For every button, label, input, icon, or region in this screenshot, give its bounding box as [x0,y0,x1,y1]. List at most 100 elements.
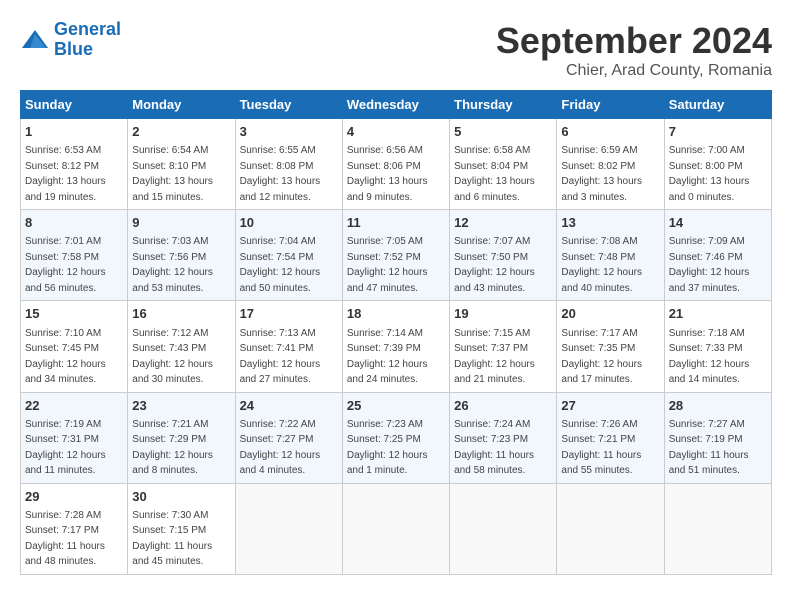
logo-text: General Blue [54,20,121,60]
calendar-cell [664,483,771,574]
day-number: 2 [132,123,230,141]
day-number: 7 [669,123,767,141]
header: General Blue September 2024 Chier, Arad … [20,20,772,80]
day-info: Sunrise: 7:23 AMSunset: 7:25 PMDaylight:… [347,419,428,477]
calendar-cell: 15 Sunrise: 7:10 AMSunset: 7:45 PMDayligh… [21,301,128,392]
day-info: Sunrise: 6:56 AMSunset: 8:06 PMDaylight:… [347,145,428,203]
day-info: Sunrise: 6:55 AMSunset: 8:08 PMDaylight:… [240,145,321,203]
logo-general: General [54,19,121,39]
weekday-header-monday: Monday [128,91,235,119]
calendar-cell: 26Sunrise: 7:24 AMSunset: 7:23 PMDayligh… [450,392,557,483]
day-info: Sunrise: 7:00 AMSunset: 8:00 PMDaylight:… [669,145,750,203]
calendar-cell: 24Sunrise: 7:22 AMSunset: 7:27 PMDayligh… [235,392,342,483]
day-info: Sunrise: 7:13 AMSunset: 7:41 PMDaylight:… [240,328,321,386]
day-info: Sunrise: 7:08 AMSunset: 7:48 PMDaylight:… [561,236,642,294]
day-number: 9 [132,214,230,232]
day-number: 26 [454,397,552,415]
day-number: 5 [454,123,552,141]
day-number: 15 [25,305,123,323]
day-info: Sunrise: 6:54 AMSunset: 8:10 PMDaylight:… [132,145,213,203]
calendar-cell [342,483,449,574]
calendar-cell: 21 Sunrise: 7:18 AMSunset: 7:33 PMDayligh… [664,301,771,392]
calendar-week-row: 22Sunrise: 7:19 AMSunset: 7:31 PMDayligh… [21,392,772,483]
weekday-header-saturday: Saturday [664,91,771,119]
title-area: September 2024 Chier, Arad County, Roman… [496,20,772,80]
calendar-cell: 9 Sunrise: 7:03 AMSunset: 7:56 PMDaylight… [128,210,235,301]
calendar-cell: 5 Sunrise: 6:58 AMSunset: 8:04 PMDaylight… [450,119,557,210]
calendar-cell: 29 Sunrise: 7:28 AMSunset: 7:17 PMDayligh… [21,483,128,574]
day-info: Sunrise: 7:10 AMSunset: 7:45 PMDaylight:… [25,328,106,386]
calendar-cell: 19 Sunrise: 7:15 AMSunset: 7:37 PMDayligh… [450,301,557,392]
day-info: Sunrise: 7:04 AMSunset: 7:54 PMDaylight:… [240,236,321,294]
day-number: 28 [669,397,767,415]
calendar-cell: 13 Sunrise: 7:08 AMSunset: 7:48 PMDayligh… [557,210,664,301]
day-info: Sunrise: 7:05 AMSunset: 7:52 PMDaylight:… [347,236,428,294]
calendar-cell: 18 Sunrise: 7:14 AMSunset: 7:39 PMDayligh… [342,301,449,392]
calendar-cell: 2 Sunrise: 6:54 AMSunset: 8:10 PMDaylight… [128,119,235,210]
day-number: 14 [669,214,767,232]
day-number: 30 [132,488,230,506]
day-info: Sunrise: 7:27 AMSunset: 7:19 PMDaylight:… [669,419,749,477]
day-number: 17 [240,305,338,323]
location-title: Chier, Arad County, Romania [496,62,772,80]
logo-icon [20,28,50,52]
day-number: 18 [347,305,445,323]
calendar-cell: 16Sunrise: 7:12 AMSunset: 7:43 PMDayligh… [128,301,235,392]
day-info: Sunrise: 6:59 AMSunset: 8:02 PMDaylight:… [561,145,642,203]
day-number: 24 [240,397,338,415]
day-number: 8 [25,214,123,232]
calendar-week-row: 29 Sunrise: 7:28 AMSunset: 7:17 PMDayligh… [21,483,772,574]
day-number: 21 [669,305,767,323]
calendar-table: SundayMondayTuesdayWednesdayThursdayFrid… [20,90,772,575]
day-number: 10 [240,214,338,232]
day-info: Sunrise: 6:53 AMSunset: 8:12 PMDaylight:… [25,145,106,203]
calendar-cell: 17 Sunrise: 7:13 AMSunset: 7:41 PMDayligh… [235,301,342,392]
day-info: Sunrise: 6:58 AMSunset: 8:04 PMDaylight:… [454,145,535,203]
calendar-cell: 4 Sunrise: 6:56 AMSunset: 8:06 PMDaylight… [342,119,449,210]
weekday-header-sunday: Sunday [21,91,128,119]
day-number: 1 [25,123,123,141]
day-info: Sunrise: 7:03 AMSunset: 7:56 PMDaylight:… [132,236,213,294]
day-number: 11 [347,214,445,232]
day-info: Sunrise: 7:14 AMSunset: 7:39 PMDaylight:… [347,328,428,386]
calendar-cell: 12Sunrise: 7:07 AMSunset: 7:50 PMDayligh… [450,210,557,301]
calendar-week-row: 1 Sunrise: 6:53 AMSunset: 8:12 PMDaylight… [21,119,772,210]
calendar-week-row: 8Sunrise: 7:01 AMSunset: 7:58 PMDaylight… [21,210,772,301]
day-number: 6 [561,123,659,141]
weekday-header-tuesday: Tuesday [235,91,342,119]
day-number: 3 [240,123,338,141]
calendar-cell: 8Sunrise: 7:01 AMSunset: 7:58 PMDaylight… [21,210,128,301]
logo-blue: Blue [54,39,93,59]
day-number: 12 [454,214,552,232]
day-info: Sunrise: 7:15 AMSunset: 7:37 PMDaylight:… [454,328,535,386]
day-info: Sunrise: 7:30 AMSunset: 7:15 PMDaylight:… [132,510,212,568]
calendar-cell: 1 Sunrise: 6:53 AMSunset: 8:12 PMDaylight… [21,119,128,210]
day-info: Sunrise: 7:18 AMSunset: 7:33 PMDaylight:… [669,328,750,386]
calendar-cell: 11 Sunrise: 7:05 AMSunset: 7:52 PMDayligh… [342,210,449,301]
calendar-cell: 3 Sunrise: 6:55 AMSunset: 8:08 PMDaylight… [235,119,342,210]
calendar-cell: 22Sunrise: 7:19 AMSunset: 7:31 PMDayligh… [21,392,128,483]
day-number: 23 [132,397,230,415]
calendar-cell [450,483,557,574]
calendar-cell [557,483,664,574]
calendar-week-row: 15 Sunrise: 7:10 AMSunset: 7:45 PMDayligh… [21,301,772,392]
day-number: 4 [347,123,445,141]
weekday-header-row: SundayMondayTuesdayWednesdayThursdayFrid… [21,91,772,119]
day-info: Sunrise: 7:21 AMSunset: 7:29 PMDaylight:… [132,419,213,477]
day-number: 19 [454,305,552,323]
calendar-cell: 27 Sunrise: 7:26 AMSunset: 7:21 PMDayligh… [557,392,664,483]
day-number: 22 [25,397,123,415]
day-number: 29 [25,488,123,506]
calendar-cell: 6 Sunrise: 6:59 AMSunset: 8:02 PMDaylight… [557,119,664,210]
day-info: Sunrise: 7:12 AMSunset: 7:43 PMDaylight:… [132,328,213,386]
logo: General Blue [20,20,121,60]
day-info: Sunrise: 7:28 AMSunset: 7:17 PMDaylight:… [25,510,105,568]
calendar-cell: 25Sunrise: 7:23 AMSunset: 7:25 PMDayligh… [342,392,449,483]
day-number: 13 [561,214,659,232]
day-info: Sunrise: 7:09 AMSunset: 7:46 PMDaylight:… [669,236,750,294]
calendar-cell: 7 Sunrise: 7:00 AMSunset: 8:00 PMDaylight… [664,119,771,210]
day-number: 27 [561,397,659,415]
day-info: Sunrise: 7:26 AMSunset: 7:21 PMDaylight:… [561,419,641,477]
calendar-cell: 10 Sunrise: 7:04 AMSunset: 7:54 PMDayligh… [235,210,342,301]
calendar-cell: 14 Sunrise: 7:09 AMSunset: 7:46 PMDayligh… [664,210,771,301]
